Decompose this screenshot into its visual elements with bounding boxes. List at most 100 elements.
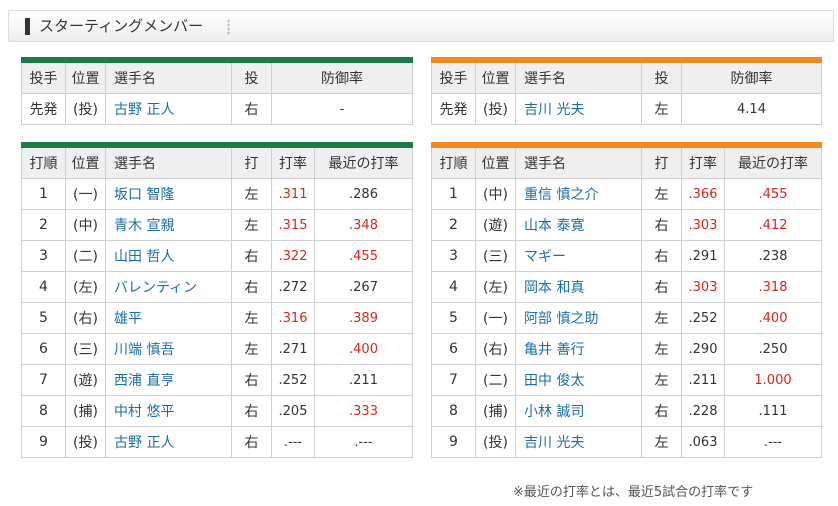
player-name-link[interactable]: 山本 泰寛 xyxy=(515,209,642,241)
lineup-row: 5 (右) 雄平左 .316.389 xyxy=(21,302,413,334)
col-header-order: 打順 xyxy=(21,144,66,179)
col-header-era: 防御率 xyxy=(271,59,413,94)
player-name-link[interactable]: 山田 哲人 xyxy=(105,240,232,272)
player-bats: 左 xyxy=(641,302,682,334)
player-bats: 右 xyxy=(231,271,272,303)
player-bats: 左 xyxy=(231,302,272,334)
recent-avg: .455 xyxy=(314,240,413,272)
player-name-link[interactable]: 阿部 慎之助 xyxy=(515,302,642,334)
recent-avg: .--- xyxy=(724,426,822,458)
batting-order: 5 xyxy=(431,302,476,334)
player-name-link[interactable]: 重信 慎之介 xyxy=(515,178,642,210)
pitcher-name-link[interactable]: 吉川 光夫 xyxy=(515,93,642,125)
recent-avg: .--- xyxy=(314,426,413,458)
pitcher-throws: 右 xyxy=(231,93,272,125)
lineup-row: 3 (二) 山田 哲人右 .322.455 xyxy=(21,240,413,272)
player-position: (三) xyxy=(475,240,516,272)
batting-order: 8 xyxy=(431,395,476,427)
player-name-link[interactable]: 田中 俊太 xyxy=(515,364,642,396)
player-bats: 右 xyxy=(641,240,682,272)
recent-avg: .400 xyxy=(724,302,822,334)
pitcher-row: 先発 (投) 古野 正人 右 - xyxy=(21,93,413,125)
player-name-link[interactable]: 古野 正人 xyxy=(105,426,232,458)
player-bats: 左 xyxy=(641,426,682,458)
player-name-link[interactable]: 川端 慎吾 xyxy=(105,333,232,365)
drag-grip-icon xyxy=(227,19,230,35)
batting-avg: .252 xyxy=(681,302,725,334)
player-position: (中) xyxy=(475,178,516,210)
lineup-row: 7 (二) 田中 俊太左 .211 1.000 xyxy=(431,364,822,396)
player-name-link[interactable]: 西浦 直亨 xyxy=(105,364,232,396)
recent-avg: .412 xyxy=(724,209,822,241)
recent-avg: .400 xyxy=(314,333,413,365)
player-position: (二) xyxy=(65,240,106,272)
recent-avg: .455 xyxy=(724,178,822,210)
player-position: (左) xyxy=(65,271,106,303)
pitcher-row: 先発 (投) 吉川 光夫 左 4.14 xyxy=(431,93,822,125)
player-name-link[interactable]: 坂口 智隆 xyxy=(105,178,232,210)
recent-avg: .286 xyxy=(314,178,413,210)
pitcher-name-link[interactable]: 古野 正人 xyxy=(105,93,232,125)
lineup-row: 4 (左) 岡本 和真右 .303.318 xyxy=(431,271,822,303)
col-header-throws: 投 xyxy=(231,59,272,94)
player-position: (一) xyxy=(475,302,516,334)
recent-avg: .250 xyxy=(724,333,822,365)
home-pitcher-table: 投手 位置 選手名 投 防御率 先発 (投) 古野 正人 右 - xyxy=(21,57,413,125)
player-name-link[interactable]: バレンティン xyxy=(105,271,232,303)
lineup-row: 1 (一) 坂口 智隆左 .311.286 xyxy=(21,178,413,210)
player-name-link[interactable]: 中村 悠平 xyxy=(105,395,232,427)
batting-avg: .252 xyxy=(271,364,315,396)
batting-avg: .316 xyxy=(271,302,315,334)
section-title: スターティングメンバー xyxy=(39,17,204,35)
col-header-avg: 打率 xyxy=(271,144,315,179)
player-name-link[interactable]: 青木 宣親 xyxy=(105,209,232,241)
batting-order: 9 xyxy=(21,426,66,458)
batting-avg: .063 xyxy=(681,426,725,458)
col-header-position: 位置 xyxy=(65,59,106,94)
col-header-era: 防御率 xyxy=(681,59,822,94)
recent-avg: .238 xyxy=(724,240,822,272)
batting-order: 2 xyxy=(21,209,66,241)
player-position: (投) xyxy=(65,426,106,458)
player-bats: 右 xyxy=(231,364,272,396)
lineup-row: 4 (左) バレンティン右 .272.267 xyxy=(21,271,413,303)
lineup-row: 1 (中) 重信 慎之介左 .366.455 xyxy=(431,178,822,210)
player-position: (投) xyxy=(475,426,516,458)
lineup-row: 6 (三) 川端 慎吾左 .271.400 xyxy=(21,333,413,365)
batting-avg: .311 xyxy=(271,178,315,210)
player-name-link[interactable]: マギー xyxy=(515,240,642,272)
player-name-link[interactable]: 岡本 和真 xyxy=(515,271,642,303)
batting-avg: .228 xyxy=(681,395,725,427)
player-position: (遊) xyxy=(475,209,516,241)
pitcher-role: 先発 xyxy=(21,93,66,125)
batting-avg: .322 xyxy=(271,240,315,272)
player-position: (捕) xyxy=(475,395,516,427)
pitcher-era: - xyxy=(271,93,413,125)
batting-avg: .--- xyxy=(271,426,315,458)
player-name-link[interactable]: 雄平 xyxy=(105,302,232,334)
player-bats: 右 xyxy=(641,395,682,427)
col-header-position: 位置 xyxy=(65,144,106,179)
col-header-bats: 打 xyxy=(231,144,272,179)
batting-avg: .303 xyxy=(681,271,725,303)
col-header-pitcher: 投手 xyxy=(431,59,476,94)
player-name-link[interactable]: 吉川 光夫 xyxy=(515,426,642,458)
lineup-row: 2 (遊) 山本 泰寛右 .303.412 xyxy=(431,209,822,241)
player-bats: 左 xyxy=(231,209,272,241)
player-bats: 左 xyxy=(231,333,272,365)
recent-avg: .111 xyxy=(724,395,822,427)
pitcher-position: (投) xyxy=(65,93,106,125)
lineup-row: 7 (遊) 西浦 直亨右 .252.211 xyxy=(21,364,413,396)
batting-order: 6 xyxy=(431,333,476,365)
recent-avg: .211 xyxy=(314,364,413,396)
away-pitcher-table: 投手 位置 選手名 投 防御率 先発 (投) 吉川 光夫 左 4.14 xyxy=(431,57,822,125)
batting-order: 6 xyxy=(21,333,66,365)
col-header-position: 位置 xyxy=(475,59,516,94)
lineup-row: 5 (一) 阿部 慎之助左 .252.400 xyxy=(431,302,822,334)
batting-avg: .290 xyxy=(681,333,725,365)
batting-order: 1 xyxy=(431,178,476,210)
lineup-row: 3 (三) マギー右 .291.238 xyxy=(431,240,822,272)
player-name-link[interactable]: 小林 誠司 xyxy=(515,395,642,427)
lineup-header-row: 打順 位置 選手名 打 打率 最近の打率 xyxy=(431,144,822,179)
player-name-link[interactable]: 亀井 善行 xyxy=(515,333,642,365)
